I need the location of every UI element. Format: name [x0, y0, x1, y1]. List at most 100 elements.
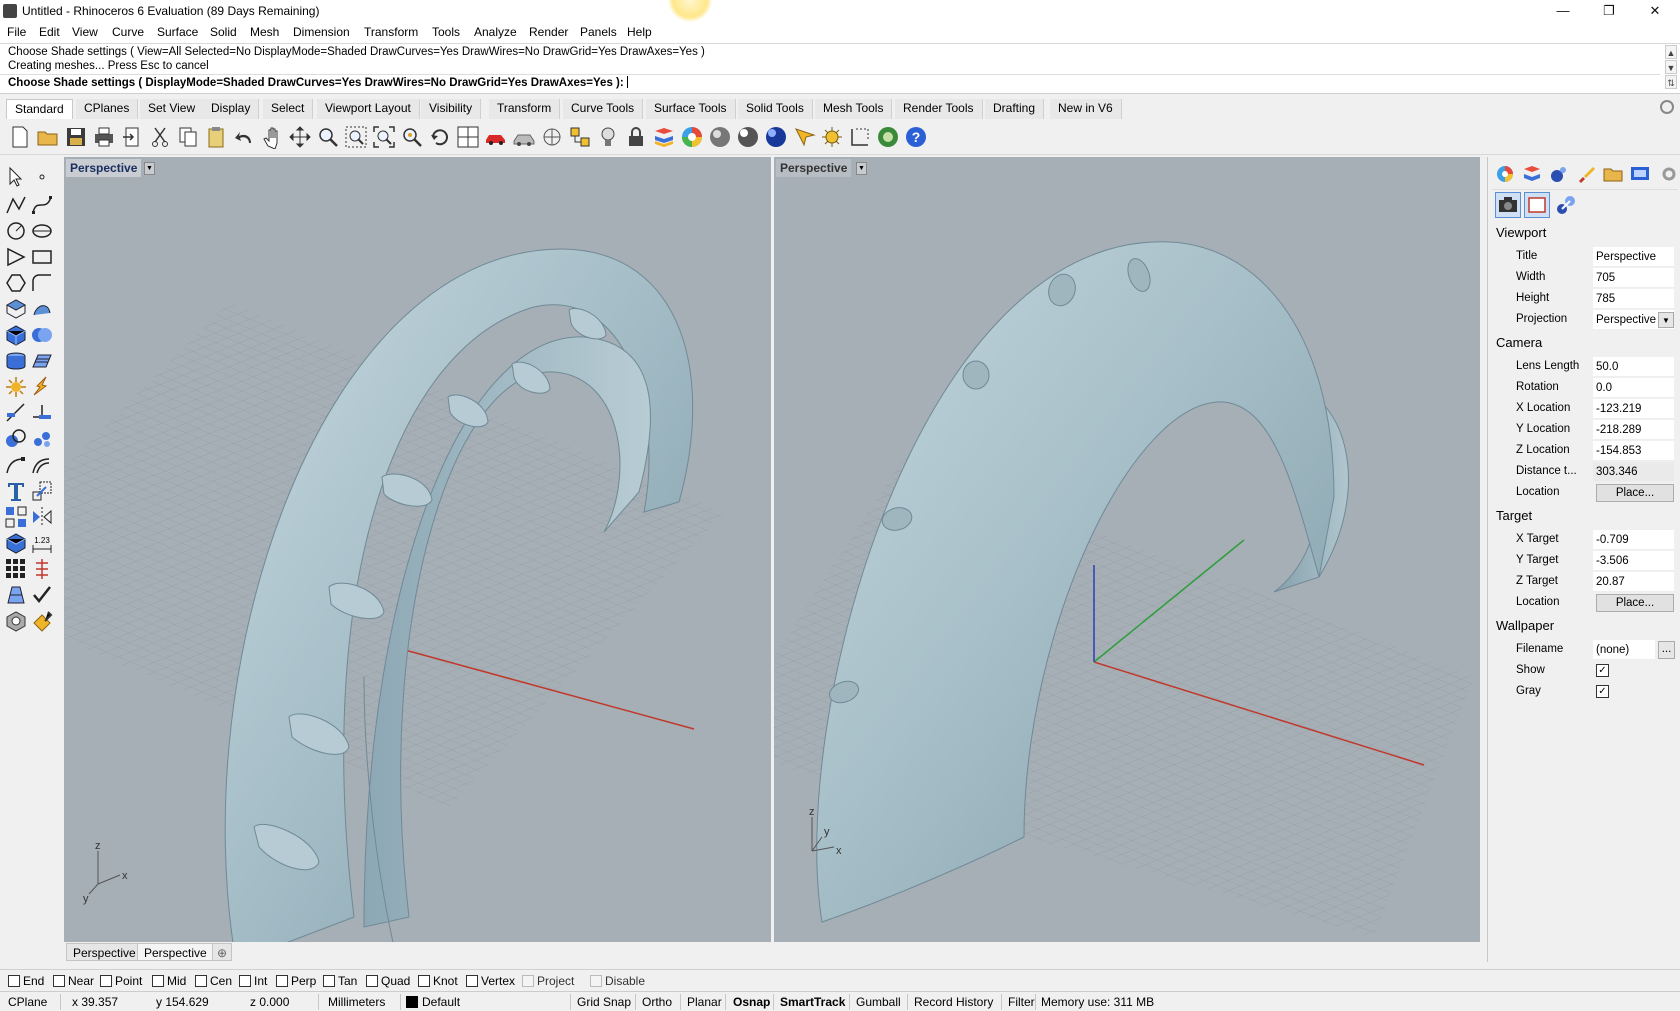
- print-icon[interactable]: [92, 125, 116, 149]
- pan-icon[interactable]: [260, 125, 284, 149]
- osnap-vertex[interactable]: Vertex: [466, 974, 515, 988]
- osnap-point[interactable]: Point: [100, 974, 142, 988]
- tab-viewport-layout[interactable]: Viewport Layout: [317, 99, 420, 119]
- y-location-field[interactable]: -218.289: [1593, 420, 1674, 440]
- paste-icon[interactable]: [204, 125, 228, 149]
- menu-mesh[interactable]: Mesh: [250, 25, 279, 39]
- material-icon[interactable]: [4, 609, 28, 633]
- y-target-field[interactable]: -3.506: [1593, 551, 1674, 571]
- x-target-field[interactable]: -0.709: [1593, 530, 1674, 550]
- tab-cplanes[interactable]: CPlanes: [76, 99, 139, 119]
- zoom-selected-icon[interactable]: [400, 125, 424, 149]
- show-checkbox[interactable]: ✓: [1596, 664, 1609, 677]
- menu-dimension[interactable]: Dimension: [293, 25, 350, 39]
- osnap-checkbox[interactable]: [418, 975, 430, 987]
- tab-render-tools[interactable]: Render Tools: [895, 99, 983, 119]
- trim-icon[interactable]: [30, 401, 54, 425]
- z-location-field[interactable]: -154.853: [1593, 441, 1674, 461]
- undo-icon[interactable]: [232, 125, 256, 149]
- ellipse-icon[interactable]: [30, 219, 54, 243]
- fillet-icon[interactable]: [30, 271, 54, 295]
- grid-array-icon[interactable]: [4, 557, 28, 581]
- gray-checkbox[interactable]: ✓: [1596, 685, 1609, 698]
- menu-file[interactable]: File: [7, 25, 26, 39]
- filter-toggle[interactable]: Filter: [1008, 995, 1035, 1009]
- rendered-sphere-icon[interactable]: [736, 125, 760, 149]
- ghost-sphere-icon[interactable]: [764, 125, 788, 149]
- osnap-checkbox[interactable]: [152, 975, 164, 987]
- surface-corner-icon[interactable]: [4, 297, 28, 321]
- osnap-near[interactable]: Near: [53, 974, 94, 988]
- cplane-indicator[interactable]: CPlane: [8, 995, 47, 1009]
- ungroup-icon[interactable]: [30, 427, 54, 451]
- smarttrack-toggle[interactable]: SmartTrack: [780, 995, 845, 1009]
- help-icon[interactable]: ?: [904, 125, 928, 149]
- menu-panels[interactable]: Panels: [580, 25, 617, 39]
- select-arrow-icon[interactable]: [4, 165, 28, 189]
- osnap-knot[interactable]: Knot: [418, 974, 458, 988]
- osnap-checkbox[interactable]: [53, 975, 65, 987]
- dimension-icon[interactable]: [876, 125, 900, 149]
- arc-icon[interactable]: [4, 245, 28, 269]
- text-icon[interactable]: [4, 479, 28, 503]
- surface-edge-icon[interactable]: [30, 297, 54, 321]
- menu-render[interactable]: Render: [529, 25, 568, 39]
- osnap-toggle[interactable]: Osnap: [733, 995, 770, 1009]
- light-icon[interactable]: [596, 125, 620, 149]
- block-icon[interactable]: [4, 531, 28, 555]
- restore-button[interactable]: ❐: [1586, 0, 1632, 22]
- menu-help[interactable]: Help: [627, 25, 652, 39]
- zoom-extents-icon[interactable]: [372, 125, 396, 149]
- minimize-button[interactable]: —: [1540, 0, 1586, 22]
- prop-width-value[interactable]: 705: [1593, 268, 1674, 288]
- tab-standard[interactable]: Standard: [6, 99, 73, 119]
- osnap-disable[interactable]: Disable: [590, 974, 645, 988]
- copy-icon[interactable]: [176, 125, 200, 149]
- named-view-icon[interactable]: [512, 125, 536, 149]
- paint-bucket-icon[interactable]: [30, 609, 54, 633]
- layer-icon[interactable]: [652, 125, 676, 149]
- snap-icon[interactable]: [568, 125, 592, 149]
- display-icon[interactable]: [1629, 163, 1651, 185]
- point-icon[interactable]: [30, 165, 54, 189]
- close-button[interactable]: ✕: [1632, 0, 1678, 22]
- menu-surface[interactable]: Surface: [157, 25, 198, 39]
- menu-edit[interactable]: Edit: [39, 25, 60, 39]
- layer-indicator[interactable]: Default: [422, 995, 460, 1009]
- camera-icon[interactable]: [1495, 192, 1521, 218]
- tab-mesh-tools[interactable]: Mesh Tools: [815, 99, 893, 119]
- lock-icon[interactable]: [624, 125, 648, 149]
- rotate-view-icon[interactable]: [288, 125, 312, 149]
- array-icon[interactable]: [4, 505, 28, 529]
- open-icon[interactable]: [36, 125, 60, 149]
- osnap-tan[interactable]: Tan: [323, 974, 357, 988]
- panel-gear-icon[interactable]: [1658, 163, 1680, 185]
- move-curve-icon[interactable]: [4, 453, 28, 477]
- osnap-checkbox[interactable]: [239, 975, 251, 987]
- split-icon[interactable]: [4, 401, 28, 425]
- car-icon[interactable]: [484, 125, 508, 149]
- osnap-checkbox[interactable]: [100, 975, 112, 987]
- viewport-menu-chevron-icon[interactable]: ▼: [856, 162, 867, 175]
- new-icon[interactable]: [8, 125, 32, 149]
- import-icon[interactable]: [120, 125, 144, 149]
- prop-height-value[interactable]: 785: [1593, 289, 1674, 309]
- osnap-checkbox[interactable]: [323, 975, 335, 987]
- viewport-tab-perspective-1[interactable]: Perspective: [66, 943, 143, 961]
- zoom-icon[interactable]: [316, 125, 340, 149]
- viewport-layout-icon[interactable]: [456, 125, 480, 149]
- chevron-down-icon[interactable]: ▼: [1658, 312, 1674, 328]
- viewport-perspective-right[interactable]: z x y Perspective ▼: [774, 157, 1480, 942]
- help-sphere-icon[interactable]: [792, 125, 816, 149]
- osnap-checkbox[interactable]: [590, 975, 602, 987]
- box-icon[interactable]: [4, 323, 28, 347]
- circle-icon[interactable]: [4, 219, 28, 243]
- history-scroll-down-icon[interactable]: ▼: [1665, 60, 1677, 74]
- osnap-checkbox[interactable]: [195, 975, 207, 987]
- offset-curve-icon[interactable]: [30, 453, 54, 477]
- lens-length-field[interactable]: 50.0: [1593, 357, 1674, 377]
- osnap-int[interactable]: Int: [239, 974, 267, 988]
- osnap-checkbox[interactable]: [276, 975, 288, 987]
- rotation-field[interactable]: 0.0: [1593, 378, 1674, 398]
- osnap-end[interactable]: End: [8, 974, 44, 988]
